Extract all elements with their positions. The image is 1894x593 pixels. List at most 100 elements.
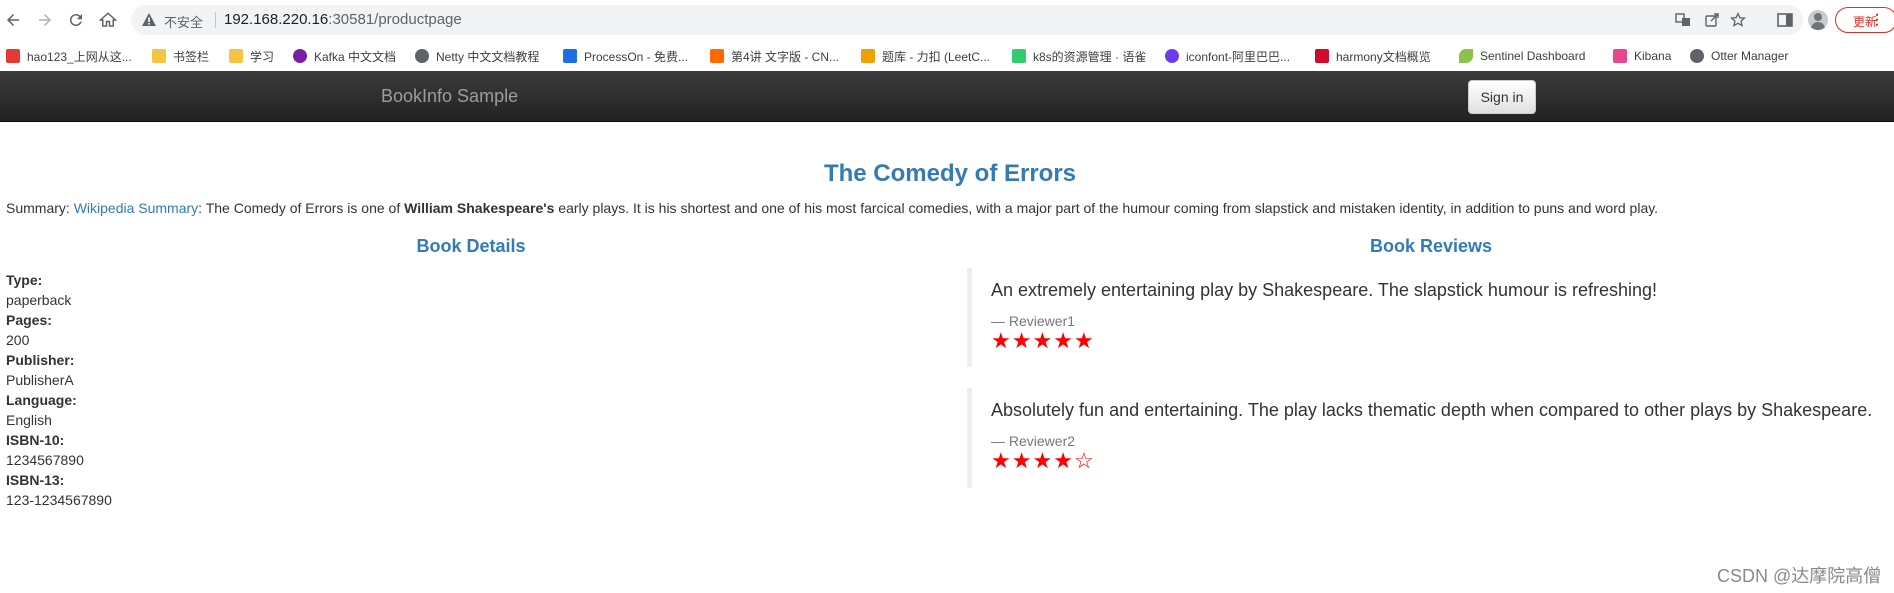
book-summary: Summary: Wikipedia Summary: The Comedy o… <box>6 200 1658 216</box>
security-label[interactable]: 不安全 <box>164 12 203 31</box>
folder-icon <box>152 49 166 63</box>
book-title: The Comedy of Errors <box>823 160 1077 187</box>
bookmark-label: 第4讲 文字版 - CN... <box>731 49 840 64</box>
detail-label: Type: <box>6 272 43 288</box>
home-button[interactable] <box>96 8 120 32</box>
bookmark-label: 学习 <box>250 49 275 64</box>
leetcode-icon <box>861 49 875 63</box>
bookmark-label: k8s的资源管理 · 语雀 <box>1033 49 1147 64</box>
url-host: 192.168.220.16 <box>224 11 329 28</box>
sign-in-button[interactable]: Sign in <box>1468 80 1536 114</box>
detail-value: paperback <box>6 292 72 308</box>
bookmark-label: Sentinel Dashboard <box>1480 49 1586 63</box>
bookmark-item[interactable]: harmony文档概览 <box>1315 40 1431 72</box>
detail-label: Language: <box>6 392 77 408</box>
huawei-icon <box>1315 49 1329 63</box>
detail-value: 200 <box>6 332 30 348</box>
star-filled-icon: ★ <box>1032 448 1054 473</box>
star-rating: ★★★★★ <box>991 330 1894 352</box>
review-card: An extremely entertaining play by Shakes… <box>967 268 1894 367</box>
kafka-icon <box>293 49 307 63</box>
globe-icon <box>1690 49 1704 63</box>
bookmark-item[interactable]: 第4讲 文字版 - CN... <box>710 40 839 72</box>
iconfont-icon <box>1165 49 1179 63</box>
star-filled-icon: ★ <box>1011 328 1033 353</box>
bookmark-label: Kibana <box>1634 49 1672 63</box>
app-navbar: BookInfo Sample Sign in <box>0 71 1894 122</box>
back-arrow-icon <box>7 14 19 26</box>
share-icon[interactable] <box>1704 12 1720 28</box>
url-text[interactable]: 192.168.220.16:30581/productpage <box>224 11 462 28</box>
address-bar[interactable]: 不安全 192.168.220.16:30581/productpage <box>131 5 1803 35</box>
summary-author: William Shakespeare's <box>404 200 555 216</box>
separator <box>215 12 216 28</box>
side-panel-icon[interactable] <box>1776 11 1794 29</box>
bookmark-label: 题库 - 力扣 (LeetC... <box>882 49 991 64</box>
forward-button[interactable] <box>33 8 57 32</box>
star-filled-icon: ★ <box>991 328 1012 353</box>
navbar-brand[interactable]: BookInfo Sample <box>381 86 518 107</box>
kibana-icon <box>1613 49 1627 63</box>
detail-value: English <box>6 412 52 428</box>
book-details-heading: Book Details <box>416 236 526 256</box>
bookmark-item[interactable]: ProcessOn - 免费... <box>563 40 688 72</box>
update-button[interactable]: 更新 ⋮ <box>1835 7 1894 33</box>
bookmark-label: ProcessOn - 免费... <box>584 49 689 64</box>
star-filled-icon: ★ <box>991 448 1012 473</box>
review-text: An extremely entertaining play by Shakes… <box>991 280 1658 300</box>
detail-label: Pages: <box>6 312 52 328</box>
book-reviews-heading: Book Reviews <box>1369 236 1493 256</box>
reviewer-name: — Reviewer2 <box>991 433 1076 449</box>
reload-button[interactable] <box>64 8 88 32</box>
detail-value: PublisherA <box>6 372 74 388</box>
detail-value: 1234567890 <box>6 452 84 468</box>
netty-icon <box>415 49 429 63</box>
bookmark-item[interactable]: Netty 中文文档教程 <box>415 40 539 72</box>
reload-icon <box>69 14 82 27</box>
bookmark-item[interactable]: 学习 <box>229 40 274 72</box>
bookmark-item[interactable]: hao123_上网从这... <box>6 40 132 72</box>
star-rating: ★★★★☆ <box>991 450 1894 472</box>
star-filled-icon: ★ <box>1053 448 1074 473</box>
warning-icon[interactable] <box>141 12 157 28</box>
bookmark-item[interactable]: Sentinel Dashboard <box>1459 40 1585 72</box>
bookmark-label: iconfont-阿里巴巴... <box>1186 49 1291 64</box>
summary-text-1: : The Comedy of Errors is one of <box>198 200 405 216</box>
reviewer-name: — Reviewer1 <box>991 313 1076 329</box>
csdn-watermark: CSDN @达摩院高僧 <box>1717 566 1882 586</box>
translate-icon[interactable] <box>1675 12 1691 28</box>
bookmark-item[interactable]: 书签栏 <box>152 40 209 72</box>
bookmark-item[interactable]: 题库 - 力扣 (LeetC... <box>861 40 990 72</box>
browser-toolbar: 不安全 192.168.220.16:30581/productpage 更新 ⋮ <box>0 0 1894 40</box>
summary-prefix: Summary: <box>6 200 74 216</box>
hao123-icon <box>6 49 20 63</box>
star-filled-icon: ★ <box>1011 448 1033 473</box>
home-icon <box>99 12 117 27</box>
forward-arrow-icon <box>39 14 51 26</box>
bookmark-item[interactable]: Otter Manager <box>1690 40 1788 72</box>
bookmark-item[interactable]: iconfont-阿里巴巴... <box>1165 40 1290 72</box>
summary-text-2: early plays. It is his shortest and one … <box>554 200 1659 216</box>
bookmark-star-icon[interactable] <box>1729 11 1747 28</box>
menu-dots-icon[interactable]: ⋮ <box>1870 11 1884 28</box>
detail-label: ISBN-10: <box>6 432 65 448</box>
review-card: Absolutely fun and entertaining. The pla… <box>967 388 1894 488</box>
bookmarks-bar: hao123_上网从这... 书签栏 学习 Kafka 中文文档 Netty 中… <box>0 40 1894 72</box>
bookmark-item[interactable]: Kafka 中文文档 <box>293 40 396 72</box>
bookmark-item[interactable]: Kibana <box>1613 40 1671 72</box>
bookmark-item[interactable]: k8s的资源管理 · 语雀 <box>1012 40 1146 72</box>
star-empty-icon: ☆ <box>1073 448 1095 473</box>
book-details-list: Type: paperback Pages: 200 Publisher: Pu… <box>6 270 112 510</box>
bookmark-label: Kafka 中文文档 <box>314 49 397 64</box>
folder-icon <box>229 49 243 63</box>
back-button[interactable] <box>1 8 25 32</box>
bookmark-label: harmony文档概览 <box>1336 49 1431 64</box>
detail-label: Publisher: <box>6 352 75 368</box>
detail-value: 123-1234567890 <box>6 492 112 508</box>
star-filled-icon: ★ <box>1032 328 1054 353</box>
bookmark-label: Netty 中文文档教程 <box>436 49 540 64</box>
profile-avatar[interactable] <box>1808 10 1828 30</box>
wikipedia-summary-link[interactable]: Wikipedia Summary <box>74 200 198 216</box>
star-filled-icon: ★ <box>1073 328 1095 353</box>
bookmark-label: 书签栏 <box>173 49 210 64</box>
